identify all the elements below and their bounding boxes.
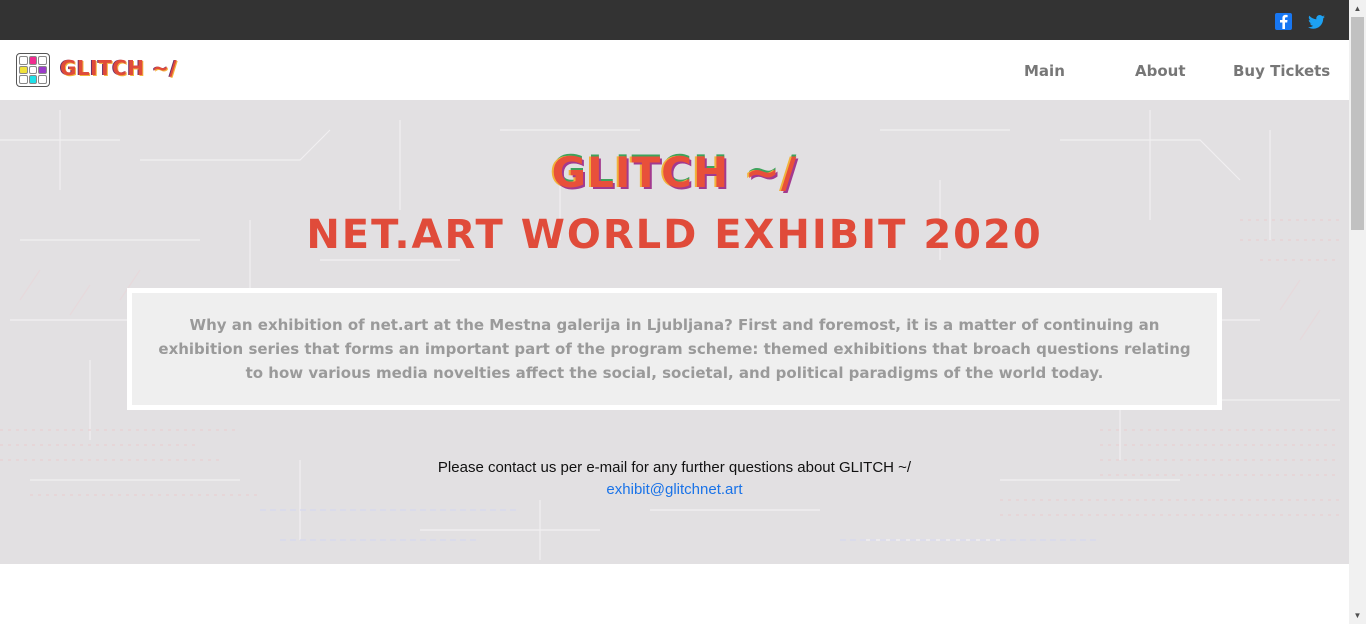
nav-link-main[interactable]: Main [1024,62,1065,80]
hero-title: NET.ART WORLD EXHIBIT 2020 [306,212,1043,258]
contact-text: Please contact us per e-mail for any fur… [437,459,912,476]
hero-glitch-logo: GLITCH ~/ [551,148,798,197]
quote-box: Why an exhibition of net.art at the Mest… [127,288,1222,410]
quote-inner: Why an exhibition of net.art at the Mest… [132,293,1217,405]
logo-icon[interactable] [16,53,50,87]
twitter-icon[interactable] [1308,13,1325,30]
scrollbar[interactable]: ▲ ▼ [1349,0,1366,624]
scroll-down-icon[interactable]: ▼ [1349,607,1366,624]
page: GLITCH ~/ Main About Buy Tickets GLITCH … [0,0,1366,624]
scrollbar-thumb[interactable] [1351,17,1364,230]
scroll-up-icon[interactable]: ▲ [1349,0,1366,17]
nav-link-about[interactable]: About [1135,62,1186,80]
navbar: GLITCH ~/ Main About Buy Tickets [0,40,1349,100]
email-link[interactable]: exhibit@glitchnet.art [606,481,742,498]
quote-text: Why an exhibition of net.art at the Mest… [158,316,1191,382]
contact-block: Please contact us per e-mail for any fur… [0,457,1349,501]
logo-text[interactable]: GLITCH ~/ [60,56,177,80]
social-bar [0,0,1349,40]
hero-section: GLITCH ~/ NET.ART WORLD EXHIBIT 2020 Why… [0,100,1349,564]
nav-link-buy-tickets[interactable]: Buy Tickets [1233,62,1330,80]
facebook-icon[interactable] [1275,13,1292,30]
